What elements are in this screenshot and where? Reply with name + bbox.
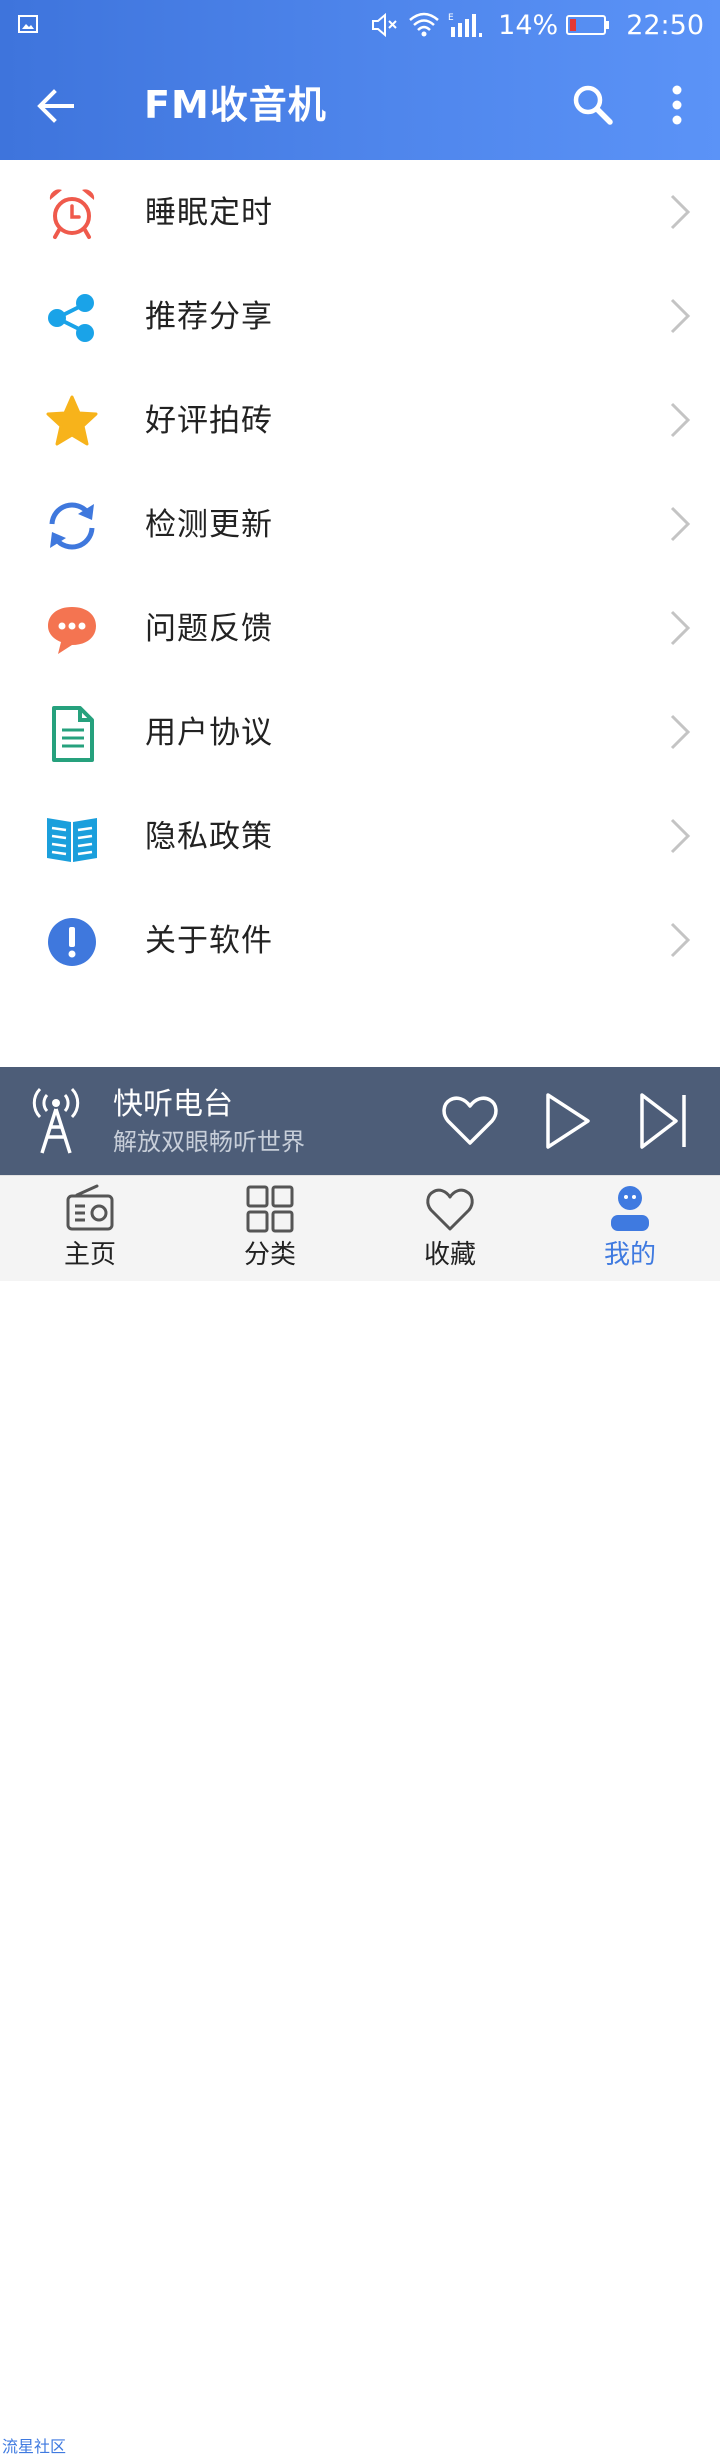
toolbar: FM收音机 <box>0 50 720 160</box>
nav-label: 分类 <box>243 1240 296 1270</box>
heart-icon <box>426 1188 474 1231</box>
grid-icon <box>246 1185 294 1233</box>
search-icon[interactable] <box>566 78 620 132</box>
menu-item-label: 好评拍砖 <box>145 403 273 439</box>
chevron-right-icon <box>670 610 691 646</box>
chevron-right-icon <box>670 922 691 958</box>
menu-item-label: 用户协议 <box>145 715 273 751</box>
nav-label: 我的 <box>603 1240 656 1270</box>
more-vertical-icon[interactable] <box>660 78 694 132</box>
alarm-clock-icon <box>49 189 95 239</box>
chevron-right-icon <box>670 506 691 542</box>
chat-bubble-icon <box>48 607 96 654</box>
nav-label: 收藏 <box>423 1240 476 1270</box>
nav-tab-home[interactable]: 主页 <box>0 1176 180 1281</box>
bottom-navigation: 主页 分类 收藏 我的 流星社区 <box>0 1175 720 2456</box>
menu-item-check-update[interactable]: 检测更新 <box>0 472 720 576</box>
chevron-right-icon <box>670 714 691 750</box>
page-title: FM收音机 <box>144 83 327 127</box>
back-arrow-icon[interactable] <box>30 80 82 132</box>
player-station-subtitle: 解放双眼畅听世界 <box>113 1128 305 1156</box>
mini-player[interactable]: 快听电台 解放双眼畅听世界 <box>0 1067 720 1175</box>
menu-item-share[interactable]: 推荐分享 <box>0 264 720 368</box>
settings-menu: 睡眠定时 推荐分享 好评拍砖 检测更新 问题反馈 用户协议 隐私政策 关于软件 <box>0 160 720 992</box>
image-notification-icon <box>18 15 38 33</box>
chevron-right-icon <box>670 194 691 230</box>
menu-item-about[interactable]: 关于软件 <box>0 888 720 992</box>
share-icon <box>48 294 94 342</box>
profile-icon <box>611 1186 649 1231</box>
chevron-right-icon <box>670 298 691 334</box>
menu-item-label: 推荐分享 <box>145 299 273 335</box>
menu-item-rate[interactable]: 好评拍砖 <box>0 368 720 472</box>
menu-item-user-agreement[interactable]: 用户协议 <box>0 680 720 784</box>
nav-label: 主页 <box>63 1240 116 1270</box>
mute-icon <box>372 12 397 38</box>
open-book-icon <box>47 818 97 862</box>
wifi-icon <box>409 12 439 37</box>
menu-item-label: 检测更新 <box>145 507 273 543</box>
menu-item-feedback[interactable]: 问题反馈 <box>0 576 720 680</box>
nav-tab-category[interactable]: 分类 <box>180 1176 360 1281</box>
radio-icon <box>66 1184 114 1231</box>
clock: 22:50 <box>626 9 704 41</box>
battery-percentage: 14% <box>498 9 559 41</box>
nav-tab-mine[interactable]: 我的 <box>540 1176 720 1281</box>
refresh-icon <box>49 502 95 550</box>
status-indicators: E 14% 22:50 <box>370 8 704 42</box>
player-station-title: 快听电台 <box>113 1087 233 1122</box>
menu-item-privacy-policy[interactable]: 隐私政策 <box>0 784 720 888</box>
svg-text:E: E <box>448 13 454 23</box>
chevron-right-icon <box>670 818 691 854</box>
nav-tab-favorites[interactable]: 收藏 <box>360 1176 540 1281</box>
star-icon <box>46 395 98 446</box>
cell-signal-icon: E <box>448 13 483 37</box>
app-header: E 14% 22:50 FM收音机 <box>0 0 720 160</box>
document-icon <box>52 706 94 762</box>
skip-next-icon[interactable] <box>636 1089 692 1153</box>
menu-item-label: 关于软件 <box>145 923 273 959</box>
chevron-right-icon <box>670 402 691 438</box>
radio-tower-icon <box>32 1087 80 1154</box>
status-bar: E 14% 22:50 <box>0 0 720 50</box>
favorite-heart-icon[interactable] <box>440 1091 500 1151</box>
menu-item-sleep-timer[interactable]: 睡眠定时 <box>0 160 720 264</box>
watermark-text: 流星社区 <box>2 2437 67 2456</box>
menu-item-label: 问题反馈 <box>145 611 273 647</box>
menu-item-label: 睡眠定时 <box>145 195 273 231</box>
battery-icon <box>566 15 610 35</box>
menu-item-label: 隐私政策 <box>145 819 273 855</box>
play-icon[interactable] <box>540 1089 596 1153</box>
info-exclamation-icon <box>48 918 96 966</box>
